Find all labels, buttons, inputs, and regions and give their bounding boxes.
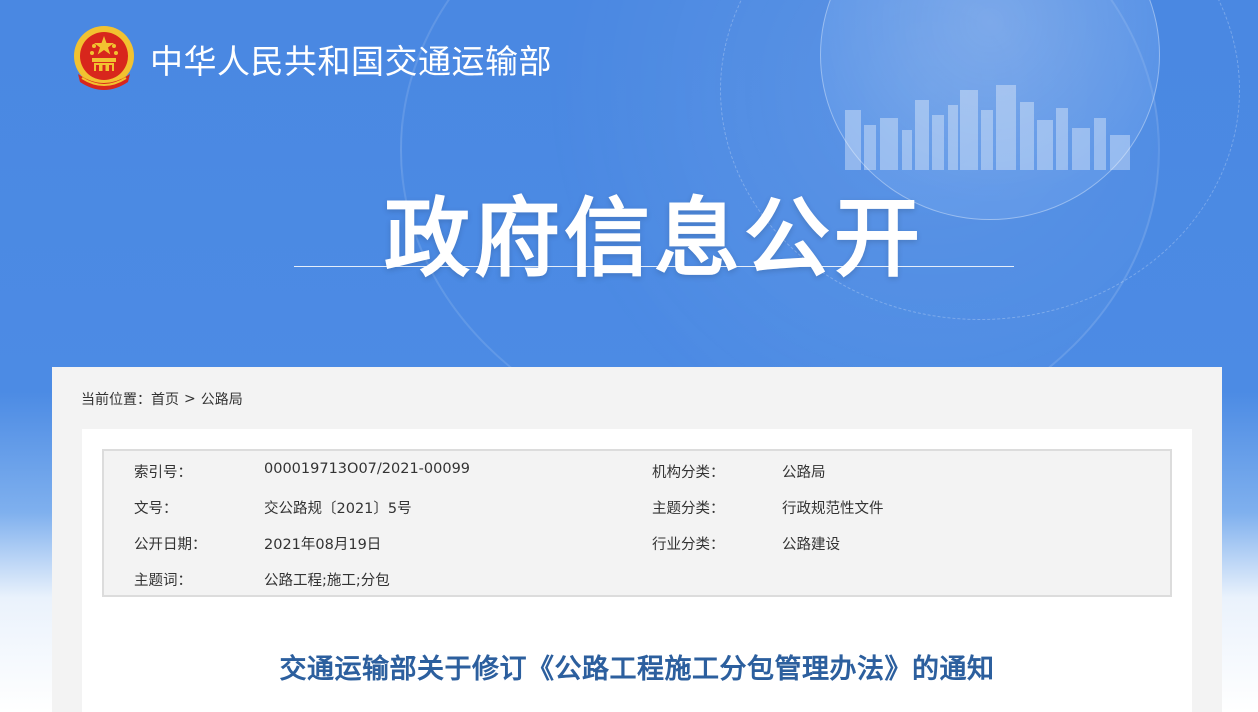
breadcrumb-separator: > <box>184 391 196 407</box>
breadcrumb-label: 当前位置： <box>81 392 151 408</box>
publish-date-value: 2021年08月19日 <box>264 537 382 553</box>
city-skyline-icon <box>845 85 1130 170</box>
publish-date-label: 公开日期： <box>134 537 207 553</box>
industry-category-label: 行业分类： <box>652 537 725 553</box>
document-metadata-table: 索引号： 000019713O07/2021-00099 机构分类： 公路局 文… <box>102 449 1172 597</box>
metadata-row: 文号： 交公路规〔2021〕5号 主题分类： 行政规范性文件 <box>104 488 1170 524</box>
org-category-value: 公路局 <box>782 465 826 481</box>
document-title: 交通运输部关于修订《公路工程施工分包管理办法》的通知 <box>279 654 995 685</box>
keywords-label: 主题词： <box>134 573 192 589</box>
site-brand[interactable]: 中华人民共和国交通运输部 <box>68 22 552 96</box>
metadata-row: 主题词： 公路工程;施工;分包 <box>104 560 1170 596</box>
title-underline <box>294 266 1014 267</box>
ministry-name: 中华人民共和国交通运输部 <box>150 42 552 81</box>
breadcrumb: 当前位置： 首页 > 公路局 <box>81 389 243 409</box>
metadata-row: 索引号： 000019713O07/2021-00099 机构分类： 公路局 <box>104 452 1170 488</box>
content-area: 当前位置： 首页 > 公路局 索引号： 000019713O07/2021-00… <box>52 367 1222 712</box>
national-emblem-icon <box>74 26 134 90</box>
keywords-value: 公路工程;施工;分包 <box>264 573 390 589</box>
doc-no-value: 交公路规〔2021〕5号 <box>264 501 412 517</box>
index-no-label: 索引号： <box>134 465 192 481</box>
breadcrumb-bureau-link[interactable]: 公路局 <box>201 389 243 409</box>
breadcrumb-home-link[interactable]: 首页 <box>151 389 179 409</box>
doc-no-label: 文号： <box>134 501 178 517</box>
org-category-label: 机构分类： <box>652 465 725 481</box>
topic-category-label: 主题分类： <box>652 501 725 517</box>
index-no-value: 000019713O07/2021-00099 <box>264 461 471 477</box>
topic-category-value: 行政规范性文件 <box>782 501 884 517</box>
article-panel: 索引号： 000019713O07/2021-00099 机构分类： 公路局 文… <box>82 429 1192 712</box>
metadata-row: 公开日期： 2021年08月19日 行业分类： 公路建设 <box>104 524 1170 560</box>
industry-category-value: 公路建设 <box>782 537 840 553</box>
section-title: 政府信息公开 <box>384 189 924 289</box>
